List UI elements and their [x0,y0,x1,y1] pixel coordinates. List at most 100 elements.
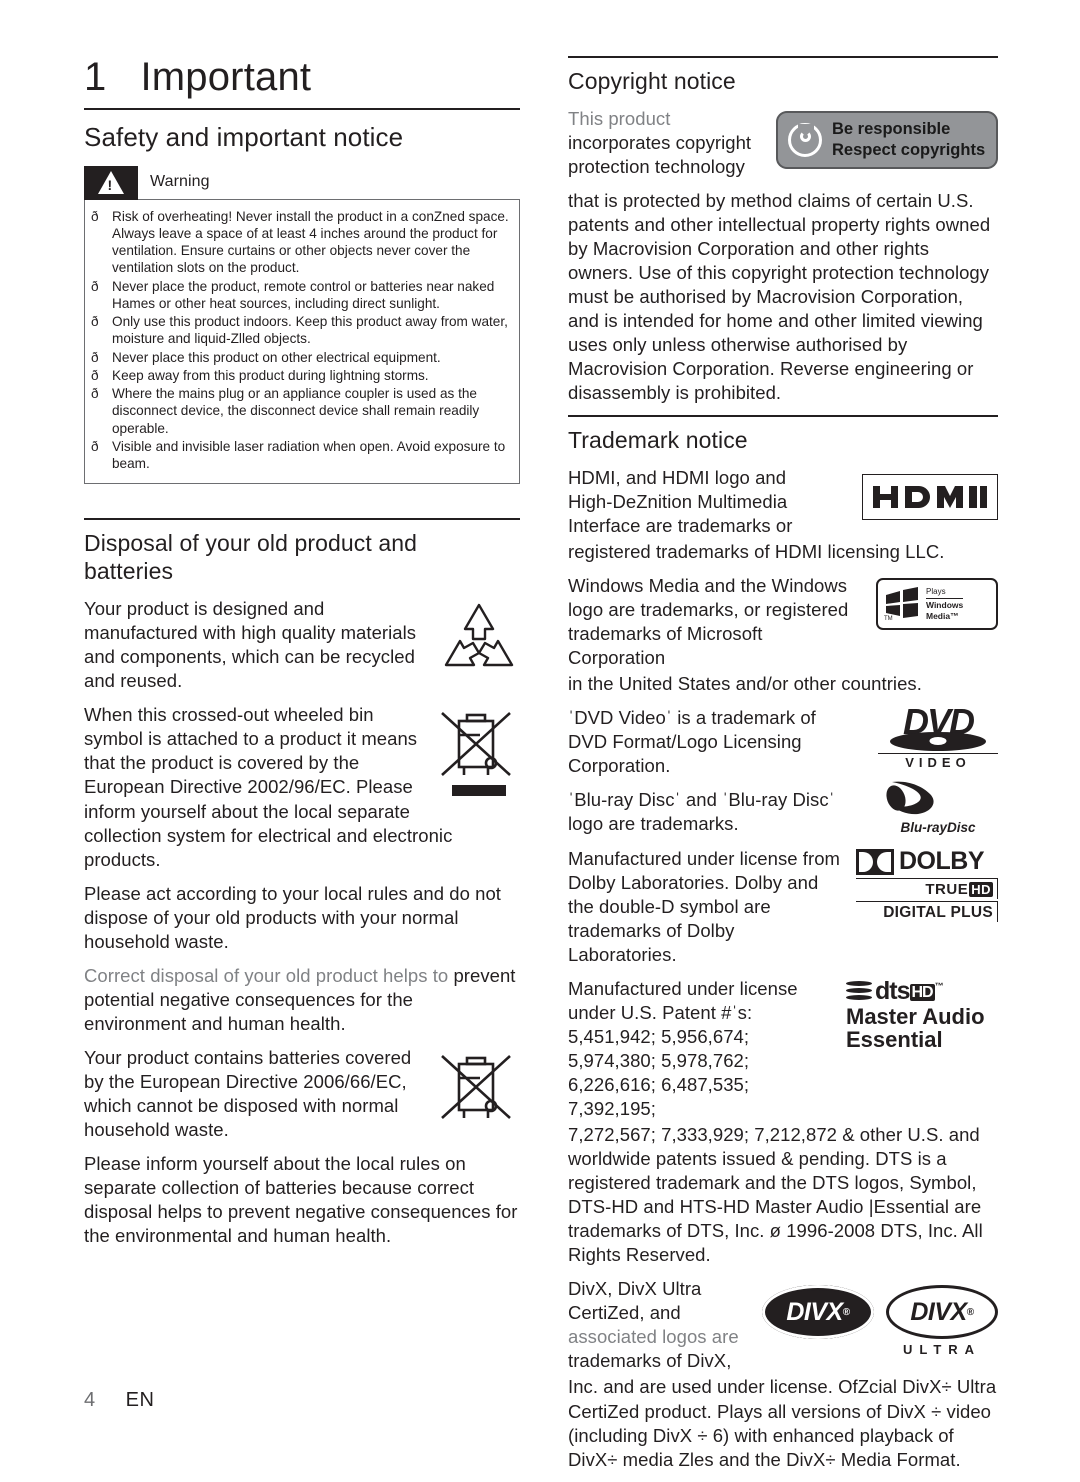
dts-master-audio-text: Master Audio [846,1003,985,1029]
copyright-intro-grey: This product [568,107,671,129]
copyright-body: that is protected by method claims of ce… [568,189,991,404]
divx-ultra-text: DIVX [910,1297,967,1326]
divx-text-lines: DivX, DivX Ultra CertiZed, and associate… [568,1277,768,1373]
disposal-heading-line1: Disposal of your old product and [84,530,418,557]
dvd-bluray-logos: DVD VIDEO Blu-rayDisc [878,706,998,835]
crossed-out-wheeled-bin-icon [434,705,520,805]
chapter-number: 1 [84,55,107,99]
list-item-text: Only use this product indoors. Keep this… [112,314,508,347]
dts-tm: ™ [934,980,944,991]
wmp-text: Windows Media and the Windows logo are t… [568,575,849,669]
bullet-glyph: ð [91,367,99,383]
document-page: 1 Important Safety and important notice … [0,0,1080,1470]
bullet-glyph: ð [91,278,99,294]
disposal-heading: Disposal of your old product and batteri… [84,529,520,585]
list-item: ð Keep away from this product during ligh… [91,367,509,384]
badge-line2: Respect copyrights [832,140,986,159]
dolby-digital-plus-text: DIGITAL PLUS [856,900,998,922]
list-item: ð Risk of overheating! Never install the … [91,208,509,277]
bullet-glyph: ð [91,314,99,330]
trademark-entry-divx: DIVX ® DIVX ® ULTRA DivX, DivX Ultra Certi… [568,1277,998,1375]
dts-hd-master-audio-essential-logo: dts HD ™ Master Audio Essential [846,976,998,1053]
trademark-divider [568,415,998,417]
divx-text: DIVX [786,1297,843,1326]
trademark-entry-dolby: DOLBY TRUE HD DIGITAL PLUS Manufactured u… [568,847,998,977]
safety-section-heading: Safety and important notice [84,122,404,152]
divx-line1: DivX, DivX Ultra [568,1278,702,1300]
disposal-para3: Please act according to your local rules… [84,882,501,952]
list-item-text: Keep away from this product during light… [112,367,429,383]
list-item-text: Where the mains plug or an appliance cou… [112,386,480,436]
warning-header: Warning [84,165,520,200]
svg-text:TM: TM [884,616,893,621]
dts-disc-icon [846,979,872,1003]
disposal-heading-line2: batteries [84,558,174,585]
bullet-glyph: ð [91,438,99,454]
dts-text: dts [875,976,910,1005]
divx-line2: CertiZed, and [568,1302,681,1324]
dvd-video-text: VIDEO [878,752,998,770]
trademark-heading: Trademark notice [568,426,748,453]
dolby-word: DOLBY [899,847,985,875]
trademark-entry-dvd-bluray: DVD VIDEO Blu-rayDisc ˈDVD Videoˈ is a t… [568,706,998,846]
divx-text-full: Inc. and are used under license. OfZcial… [568,1376,997,1470]
list-item: ð Never place the product, remote control… [91,278,509,313]
blu-ray-disc-logo: Blu-rayDisc [878,778,998,835]
page-number: 4 [84,1389,96,1411]
copyright-intro: This product incorporates copyright prot… [568,107,763,179]
warning-label: Warning [150,172,210,190]
recycle-arrows-icon [438,599,520,683]
list-item: ð Only use this product indoors. Keep thi… [91,313,509,348]
divx-ultra-label: ULTRA [902,1342,982,1358]
left-column: 1 Important Safety and important notice … [84,56,520,1258]
divx-logo-ultra: DIVX ® ULTRA [886,1285,998,1357]
divx-logo-filled: DIVX ® [762,1285,874,1340]
dts-essential-text: Essential [846,1027,943,1053]
plays-windows-media-logo: TM Plays Windows Media™ [876,578,998,631]
wmp-text-block: Plays Windows Media™ [926,586,964,621]
warning-triangle-icon [84,165,138,200]
wmp-plays: Plays [926,586,946,596]
disposal-divider [84,518,520,521]
disposal-para5-block: Your product contains batteries covered … [84,1046,520,1152]
divx-line3: associated logos are [568,1326,739,1348]
warning-list: ð Risk of overheating! Never install the … [91,208,509,473]
wmp-windows: Windows [926,599,964,610]
bullet-glyph: ð [91,349,99,365]
bullet-glyph: ð [91,208,99,224]
badge-line1: Be responsible [832,120,951,139]
trademark-entry-hdmi: HDMI, and HDMI logo and High-DeZnition M… [568,466,998,540]
right-column: Copyright notice Be responsible Respect … [568,56,998,1482]
list-item-text: Risk of overheating! Never install the p… [112,208,509,276]
hdmi-text-full: registered trademarks of HDMI licensing … [568,540,945,562]
dolby-double-d-icon [856,848,894,875]
dts-hd-text: HD [909,983,935,1001]
dolby-truehd-row: TRUE HD [856,877,998,899]
dts-text-full: 7,272,567; 7,333,929; 7,212,872 & other … [568,1124,983,1266]
copyright-intro-block: Be responsible Respect copyrights This p… [568,107,998,189]
be-responsible-text: Be responsible Respect copyrights [832,119,985,160]
list-item: ð Never place this product on other elect… [91,349,509,366]
windows-flag-icon: TM [884,587,918,621]
dolby-hd-text: HD [969,881,993,897]
dolby-true-text: TRUE [925,880,969,898]
disposal-para4: Correct disposal of your old product hel… [84,964,520,1036]
copyright-circle-icon [788,122,822,157]
warning-body: ð Risk of overheating! Never install the … [84,198,520,485]
dvd-disc-shape [890,731,986,751]
divx-logos: DIVX ® DIVX ® ULTRA [762,1285,998,1357]
divx-line4: trademarks of DivX, [568,1350,732,1372]
list-item-text: Never place the product, remote control … [112,278,495,311]
disposal-para1-block: Your product is designed and manufacture… [84,597,520,703]
chapter-title-text: Important [140,55,312,99]
copyright-divider [568,56,998,58]
wmp-text-full: in the United States and/or other countr… [568,673,922,695]
bluray-mark [878,778,998,818]
page-language: EN [125,1389,155,1411]
dolby-text: Manufactured under license from Dolby La… [568,847,840,965]
copyright-heading: Copyright notice [568,67,736,94]
be-responsible-badge: Be responsible Respect copyrights [776,110,998,169]
dvd-video-logo: DVD VIDEO [878,706,998,770]
list-item-text: Never place this product on other electr… [112,349,441,365]
bluray-text: ˈBlu-ray Discˈ and ˈBlu-ray Discˈ logo a… [568,789,835,835]
